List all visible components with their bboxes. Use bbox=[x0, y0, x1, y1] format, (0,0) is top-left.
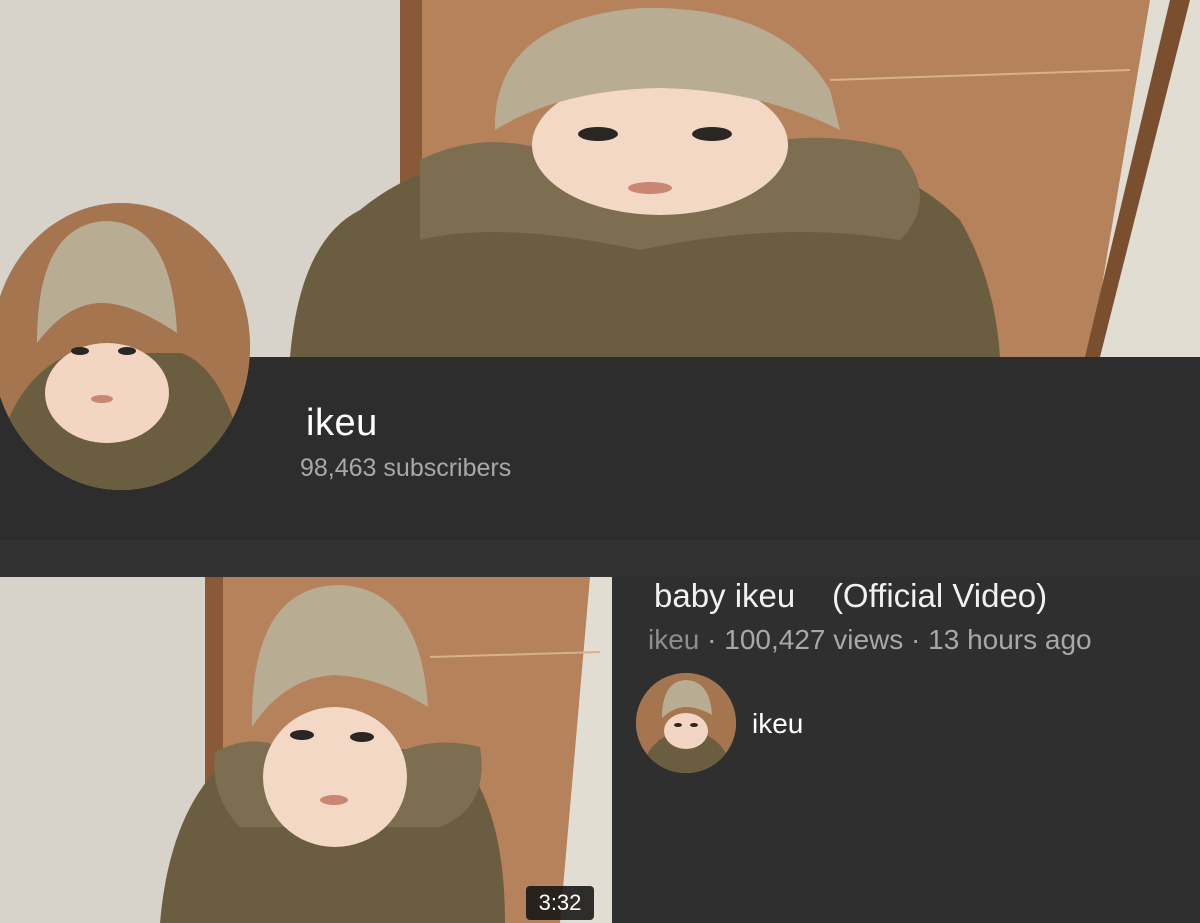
channel-avatar[interactable] bbox=[0, 203, 250, 490]
video-channel-link[interactable]: ikeu bbox=[648, 624, 699, 655]
video-duration-badge: 3:32 bbox=[526, 886, 594, 920]
channel-name[interactable]: ikeu bbox=[306, 402, 378, 445]
video-title[interactable]: baby ikeu (Official Video) bbox=[654, 577, 1047, 615]
uploader-avatar[interactable] bbox=[636, 673, 736, 773]
video-thumbnail[interactable] bbox=[0, 577, 612, 923]
uploader-avatar-icon bbox=[636, 673, 736, 773]
subscriber-count: 98,463 subscribers bbox=[300, 454, 512, 482]
video-stats: · 100,427 views · 13 hours ago bbox=[699, 624, 1092, 655]
thumbnail-photo bbox=[0, 577, 612, 923]
section-divider bbox=[0, 540, 1200, 577]
uploader-name[interactable]: ikeu bbox=[752, 708, 803, 740]
video-meta: ikeu · 100,427 views · 13 hours ago bbox=[648, 624, 1092, 656]
channel-avatar-icon bbox=[0, 203, 250, 490]
